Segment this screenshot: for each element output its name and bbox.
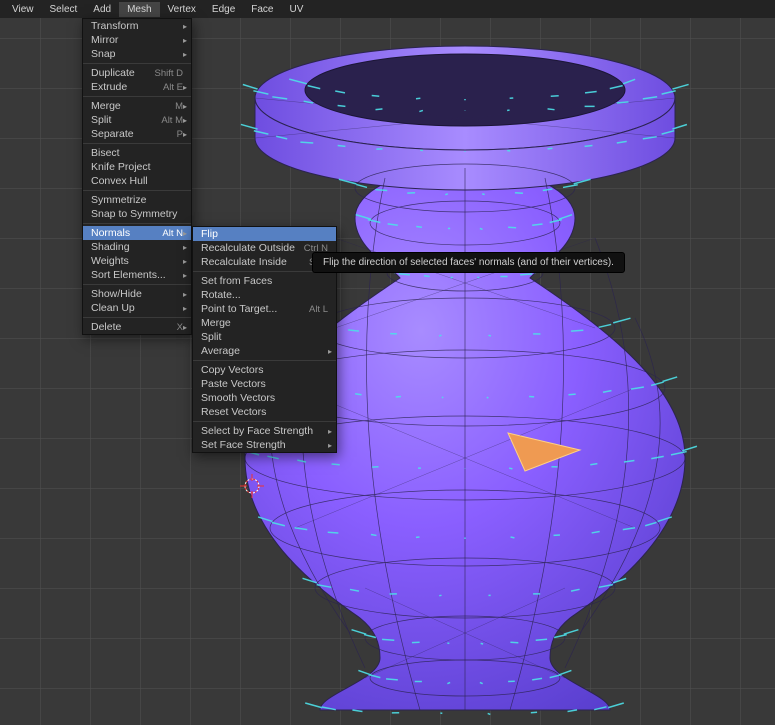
chevron-right-icon: ▸: [183, 36, 187, 45]
mesh-menu-merge[interactable]: MergeM▸: [83, 99, 191, 113]
mesh-menu-sort-elements[interactable]: Sort Elements...▸: [83, 268, 191, 282]
mesh-menu-normals[interactable]: NormalsAlt N▸: [83, 226, 191, 240]
chevron-right-icon: ▸: [183, 130, 187, 139]
normals-menu-set-from-faces[interactable]: Set from Faces: [193, 274, 336, 288]
mesh-menu-separate[interactable]: SeparateP▸: [83, 127, 191, 141]
menubar-item-uv[interactable]: UV: [282, 2, 312, 17]
mesh-menu-transform[interactable]: Transform▸: [83, 19, 191, 33]
menubar-item-select[interactable]: Select: [42, 2, 86, 17]
menubar-item-edge[interactable]: Edge: [204, 2, 243, 17]
mesh-menu-clean-up[interactable]: Clean Up▸: [83, 301, 191, 315]
chevron-right-icon: ▸: [328, 441, 332, 450]
mesh-menu-delete[interactable]: DeleteX▸: [83, 320, 191, 334]
menu-mesh: Transform▸Mirror▸Snap▸ DuplicateShift DEx…: [82, 18, 192, 335]
menubar-item-face[interactable]: Face: [243, 2, 281, 17]
normals-menu-reset-vectors[interactable]: Reset Vectors: [193, 405, 336, 419]
mesh-menu-split[interactable]: SplitAlt M▸: [83, 113, 191, 127]
normals-menu-flip[interactable]: Flip: [193, 227, 336, 241]
chevron-right-icon: ▸: [183, 83, 187, 92]
normals-menu-select-by-face-strength[interactable]: Select by Face Strength▸: [193, 424, 336, 438]
menubar-item-mesh[interactable]: Mesh: [119, 2, 159, 17]
mesh-menu-mirror[interactable]: Mirror▸: [83, 33, 191, 47]
chevron-right-icon: ▸: [183, 257, 187, 266]
normals-menu-merge[interactable]: Merge: [193, 316, 336, 330]
tooltip: Flip the direction of selected faces' no…: [312, 252, 625, 273]
chevron-right-icon: ▸: [183, 116, 187, 125]
chevron-right-icon: ▸: [183, 22, 187, 31]
mesh-menu-duplicate[interactable]: DuplicateShift D: [83, 66, 191, 80]
chevron-right-icon: ▸: [183, 229, 187, 238]
mesh-menu-weights[interactable]: Weights▸: [83, 254, 191, 268]
mesh-menu-extrude[interactable]: ExtrudeAlt E▸: [83, 80, 191, 94]
chevron-right-icon: ▸: [183, 290, 187, 299]
chevron-right-icon: ▸: [183, 323, 187, 332]
normals-menu-split[interactable]: Split: [193, 330, 336, 344]
normals-menu-copy-vectors[interactable]: Copy Vectors: [193, 363, 336, 377]
mesh-menu-show-hide[interactable]: Show/Hide▸: [83, 287, 191, 301]
mesh-menu-snap[interactable]: Snap▸: [83, 47, 191, 61]
normals-menu-set-face-strength[interactable]: Set Face Strength▸: [193, 438, 336, 452]
normals-menu-rotate[interactable]: Rotate...: [193, 288, 336, 302]
mesh-menu-bisect[interactable]: Bisect: [83, 146, 191, 160]
normals-menu-smooth-vectors[interactable]: Smooth Vectors: [193, 391, 336, 405]
normals-menu-point-to-target[interactable]: Point to Target...Alt L: [193, 302, 336, 316]
mesh-menu-snap-to-symmetry[interactable]: Snap to Symmetry: [83, 207, 191, 221]
chevron-right-icon: ▸: [328, 427, 332, 436]
chevron-right-icon: ▸: [183, 102, 187, 111]
normals-menu-average[interactable]: Average▸: [193, 344, 336, 358]
menubar: ViewSelectAddMeshVertexEdgeFaceUV: [0, 0, 775, 18]
menubar-item-view[interactable]: View: [4, 2, 42, 17]
menubar-item-vertex[interactable]: Vertex: [160, 2, 204, 17]
mesh-menu-convex-hull[interactable]: Convex Hull: [83, 174, 191, 188]
chevron-right-icon: ▸: [328, 347, 332, 356]
normals-menu-paste-vectors[interactable]: Paste Vectors: [193, 377, 336, 391]
chevron-right-icon: ▸: [183, 50, 187, 59]
chevron-right-icon: ▸: [183, 304, 187, 313]
mesh-menu-shading[interactable]: Shading▸: [83, 240, 191, 254]
mesh-menu-knife-project[interactable]: Knife Project: [83, 160, 191, 174]
chevron-right-icon: ▸: [183, 243, 187, 252]
chevron-right-icon: ▸: [183, 271, 187, 280]
menubar-item-add[interactable]: Add: [85, 2, 119, 17]
mesh-menu-symmetrize[interactable]: Symmetrize: [83, 193, 191, 207]
